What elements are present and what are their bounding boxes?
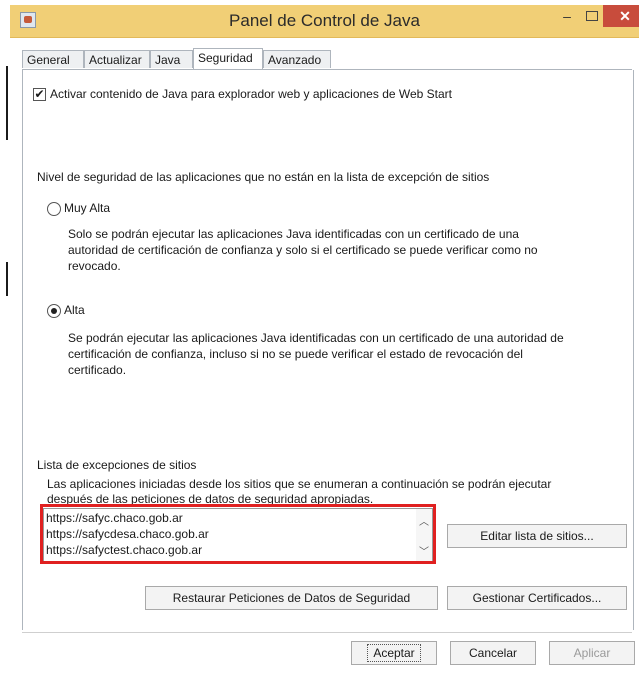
high-description-line-1: Se podrán ejecutar las aplicaciones Java…	[68, 331, 564, 345]
radio-very-high-label: Muy Alta	[64, 201, 111, 215]
footer-separator	[22, 632, 632, 633]
scroll-up-icon[interactable]: ︿	[419, 513, 429, 528]
enable-java-label: Activar contenido de Java para explorado…	[50, 87, 453, 101]
list-item[interactable]: https://safyctest.chaco.gob.ar	[46, 543, 202, 557]
edit-site-list-button[interactable]: Editar lista de sitios...	[447, 524, 627, 548]
left-frame-edge	[6, 66, 8, 140]
exceptions-description-line-2: después de las peticiones de datos de se…	[47, 492, 374, 506]
tab-avanzado[interactable]: Avanzado	[263, 50, 331, 68]
security-level-heading: Nivel de seguridad de las aplicaciones q…	[37, 170, 490, 184]
tab-seguridad[interactable]: Seguridad	[193, 48, 263, 69]
enable-java-checkbox[interactable]: ✔	[33, 88, 46, 101]
tab-java[interactable]: Java	[150, 50, 193, 68]
exceptions-description-line-1: Las aplicaciones iniciadas desde los sit…	[47, 477, 552, 491]
radio-high-label: Alta	[64, 303, 85, 317]
scroll-down-icon[interactable]: ﹀	[419, 543, 429, 558]
cancel-button[interactable]: Cancelar	[450, 641, 536, 665]
high-description-line-2: certificación de confianza, incluso si n…	[68, 347, 523, 361]
very-high-description-line-1: Solo se podrán ejecutar las aplicaciones…	[68, 227, 519, 241]
very-high-description-line-2: autoridad de certificación de confianza …	[68, 243, 538, 257]
list-item[interactable]: https://safyc.chaco.gob.ar	[46, 511, 183, 525]
list-scrollbar[interactable]: ︿ ﹀	[416, 509, 432, 561]
minimize-button[interactable]: –	[555, 5, 579, 27]
accept-button[interactable]: Aceptar	[351, 641, 437, 665]
java-control-panel-window: Panel de Control de Java – ✕ General Act…	[0, 0, 639, 676]
maximize-button[interactable]	[580, 5, 604, 27]
exceptions-heading: Lista de excepciones de sitios	[37, 458, 197, 472]
tab-general[interactable]: General	[22, 50, 84, 68]
radio-high[interactable]	[47, 304, 61, 318]
window-title: Panel de Control de Java	[229, 11, 420, 30]
accept-button-label: Aceptar	[367, 644, 421, 662]
high-description-line-3: certificado.	[68, 363, 127, 377]
exception-sites-list[interactable]: https://safyc.chaco.gob.ar https://safyc…	[43, 508, 433, 562]
close-button[interactable]: ✕	[603, 5, 639, 27]
very-high-description-line-3: revocado.	[68, 259, 121, 273]
restore-prompts-button[interactable]: Restaurar Peticiones de Datos de Segurid…	[145, 586, 438, 610]
list-item[interactable]: https://safycdesa.chaco.gob.ar	[46, 527, 209, 541]
title-bar[interactable]: Panel de Control de Java – ✕	[10, 5, 639, 38]
manage-certificates-button[interactable]: Gestionar Certificados...	[447, 586, 627, 610]
radio-very-high[interactable]	[47, 202, 61, 216]
left-frame-edge-lower	[6, 262, 8, 296]
tab-actualizar[interactable]: Actualizar	[84, 50, 150, 68]
apply-button[interactable]: Aplicar	[549, 641, 635, 665]
maximize-icon	[586, 11, 598, 21]
